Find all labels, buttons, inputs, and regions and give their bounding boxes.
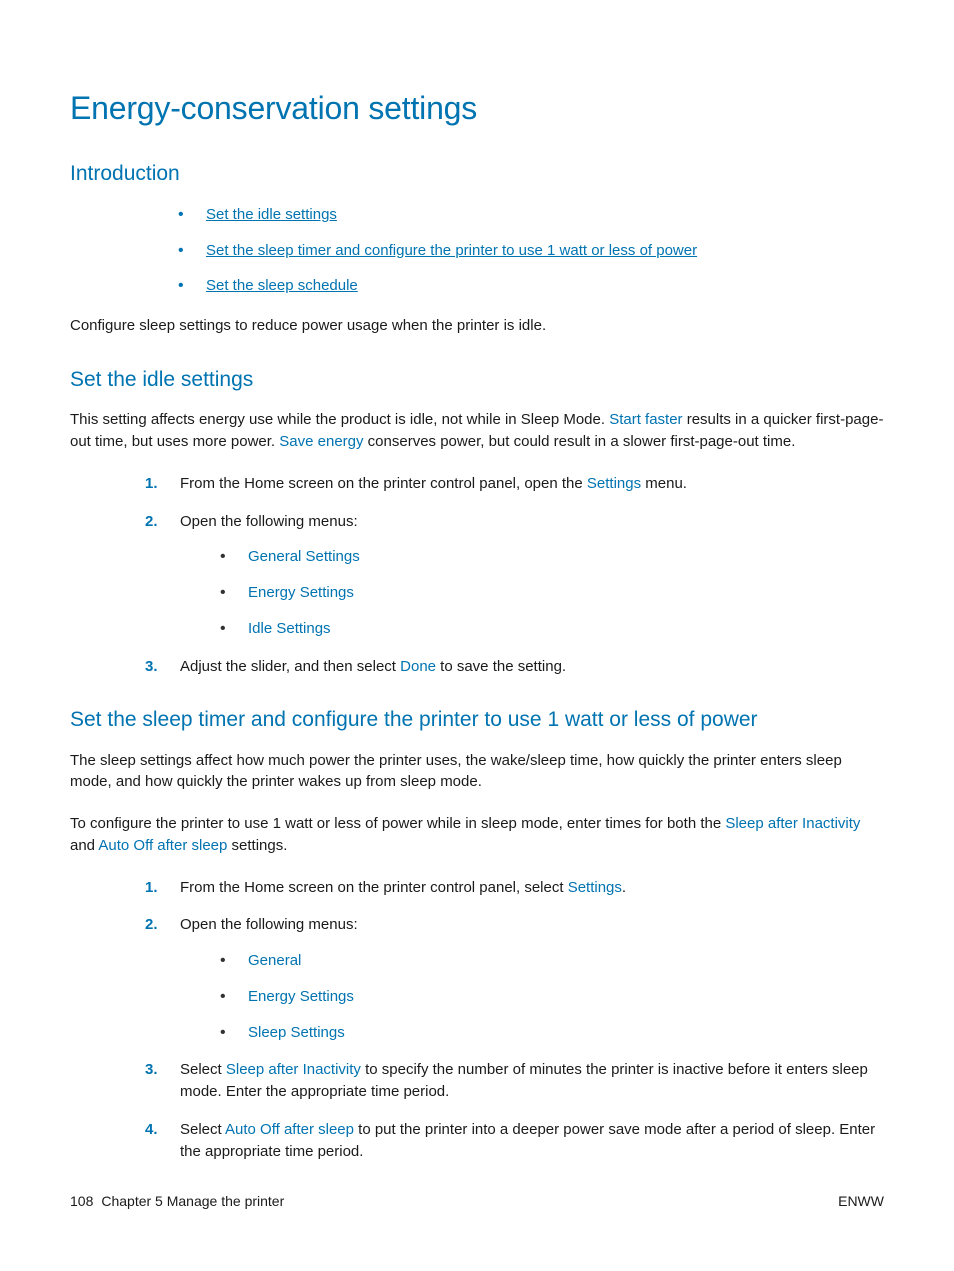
sleep-p1: The sleep settings affect how much power… (70, 750, 884, 794)
ui-settings: Settings (587, 475, 641, 492)
step-3: Adjust the slider, and then select Done … (145, 656, 884, 678)
text: From the Home screen on the printer cont… (180, 879, 568, 896)
step-1: From the Home screen on the printer cont… (145, 473, 884, 495)
text: Open the following menus: (180, 513, 358, 530)
list-item: Idle Settings (220, 618, 884, 640)
footer-right: ENWW (838, 1191, 884, 1211)
text: to save the setting. (436, 658, 566, 675)
step-1: From the Home screen on the printer cont… (145, 877, 884, 899)
ui-sleep-settings: Sleep Settings (248, 1024, 345, 1041)
ui-sleep-after-inactivity: Sleep after Inactivity (725, 815, 860, 832)
page: Energy-conservation settings Introductio… (0, 0, 954, 1271)
heading-sleep-timer: Set the sleep timer and configure the pr… (70, 705, 884, 735)
text: . (622, 879, 626, 896)
sleep-p2: To configure the printer to use 1 watt o… (70, 813, 884, 857)
toc-item: Set the idle settings (178, 204, 884, 226)
page-title: Energy-conservation settings (70, 85, 884, 131)
ui-settings: Settings (568, 879, 622, 896)
step-2: Open the following menus: General Energy… (145, 914, 884, 1043)
ui-general: General (248, 952, 301, 969)
idle-steps: From the Home screen on the printer cont… (70, 473, 884, 678)
ui-save-energy: Save energy (279, 433, 363, 450)
list-item: Energy Settings (220, 582, 884, 604)
page-number: 108 (70, 1193, 93, 1209)
ui-sleep-after-inactivity: Sleep after Inactivity (226, 1061, 361, 1078)
ui-energy-settings: Energy Settings (248, 584, 354, 601)
step-2: Open the following menus: General Settin… (145, 511, 884, 640)
list-item: General (220, 950, 884, 972)
toc-link-sleep-schedule[interactable]: Set the sleep schedule (206, 277, 358, 294)
intro-body: Configure sleep settings to reduce power… (70, 315, 884, 337)
text: To configure the printer to use 1 watt o… (70, 815, 725, 832)
ui-energy-settings: Energy Settings (248, 988, 354, 1005)
toc-list: Set the idle settings Set the sleep time… (70, 204, 884, 297)
step-4: Select Auto Off after sleep to put the p… (145, 1119, 884, 1163)
text: Select (180, 1121, 225, 1138)
idle-menu-list: General Settings Energy Settings Idle Se… (180, 546, 884, 639)
text: settings. (227, 837, 287, 854)
page-footer: 108 Chapter 5 Manage the printer ENWW (70, 1191, 884, 1211)
list-item: Energy Settings (220, 986, 884, 1008)
section-introduction: Introduction Set the idle settings Set t… (70, 159, 884, 336)
step-3: Select Sleep after Inactivity to specify… (145, 1059, 884, 1103)
heading-introduction: Introduction (70, 159, 884, 189)
chapter-label: Chapter 5 Manage the printer (101, 1193, 284, 1209)
text: Adjust the slider, and then select (180, 658, 400, 675)
ui-general-settings: General Settings (248, 548, 360, 565)
toc-item: Set the sleep schedule (178, 275, 884, 297)
text: Select (180, 1061, 226, 1078)
text: From the Home screen on the printer cont… (180, 475, 587, 492)
toc-link-sleep-timer[interactable]: Set the sleep timer and configure the pr… (206, 242, 697, 259)
sleep-steps: From the Home screen on the printer cont… (70, 877, 884, 1163)
toc-link-idle[interactable]: Set the idle settings (206, 206, 337, 223)
footer-left: 108 Chapter 5 Manage the printer (70, 1191, 284, 1211)
idle-paragraph: This setting affects energy use while th… (70, 409, 884, 453)
ui-idle-settings: Idle Settings (248, 620, 331, 637)
ui-auto-off-after-sleep: Auto Off after sleep (98, 837, 227, 854)
list-item: Sleep Settings (220, 1022, 884, 1044)
sleep-menu-list: General Energy Settings Sleep Settings (180, 950, 884, 1043)
text: and (70, 837, 98, 854)
ui-auto-off-after-sleep: Auto Off after sleep (225, 1121, 354, 1138)
text: This setting affects energy use while th… (70, 411, 609, 428)
text: menu. (641, 475, 687, 492)
ui-start-faster: Start faster (609, 411, 682, 428)
list-item: General Settings (220, 546, 884, 568)
ui-done: Done (400, 658, 436, 675)
section-idle: Set the idle settings This setting affec… (70, 365, 884, 677)
text: Open the following menus: (180, 916, 358, 933)
section-sleep-timer: Set the sleep timer and configure the pr… (70, 705, 884, 1162)
toc-item: Set the sleep timer and configure the pr… (178, 240, 884, 262)
text: conserves power, but could result in a s… (364, 433, 796, 450)
heading-idle: Set the idle settings (70, 365, 884, 395)
